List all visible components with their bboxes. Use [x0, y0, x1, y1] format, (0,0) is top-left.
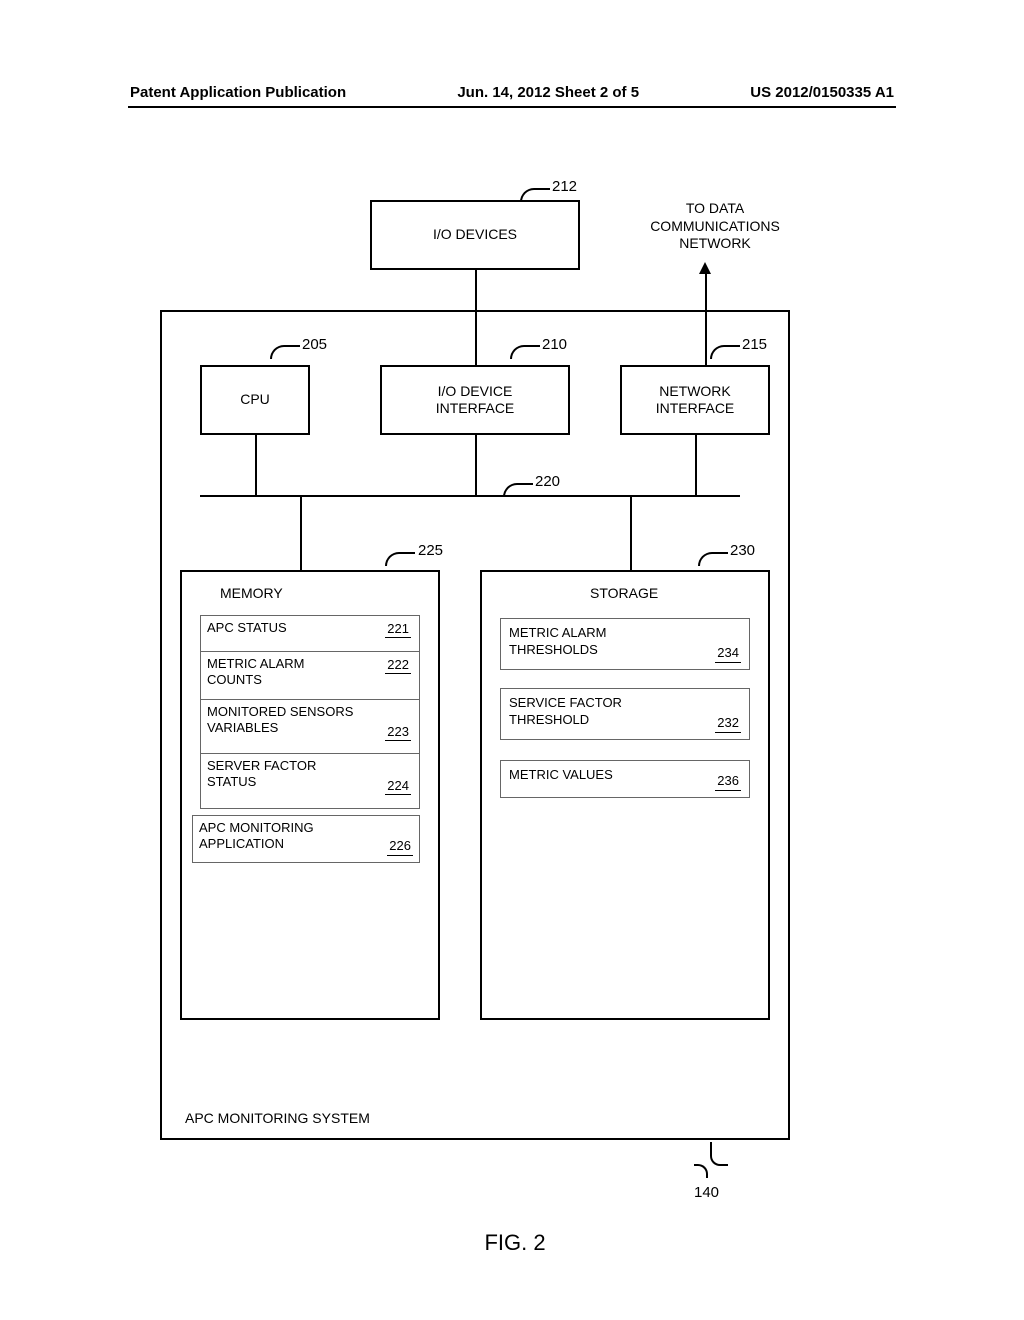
- bus-lead: [503, 483, 533, 497]
- mem-item-2: MONITORED SENSORS VARIABLES 223: [201, 700, 419, 754]
- network-interface-lead: [710, 345, 740, 359]
- stor-item-1-label: SERVICE FACTOR THRESHOLD: [509, 695, 622, 727]
- io-devices-lead: [520, 188, 550, 202]
- cpu-lead: [270, 345, 300, 359]
- header-left: Patent Application Publication: [130, 84, 346, 101]
- stor-item-2-label: METRIC VALUES: [509, 767, 613, 782]
- memory-items: APC STATUS 221 METRIC ALARM COUNTS 222 M…: [200, 615, 420, 809]
- stor-item-2-ref: 236: [715, 773, 741, 791]
- mem-item-3-ref: 224: [385, 778, 411, 795]
- storage-title: STORAGE: [590, 585, 658, 601]
- cpu-drop: [255, 435, 257, 495]
- io-interface-label: I/O DEVICE INTERFACE: [436, 383, 515, 418]
- io-interface-ref: 210: [542, 336, 567, 353]
- stor-rise: [630, 495, 632, 570]
- mem-tail-ref: 226: [387, 838, 413, 855]
- netif-drop: [695, 435, 697, 495]
- cpu-ref: 205: [302, 336, 327, 353]
- mem-item-0-ref: 221: [385, 621, 411, 638]
- mem-item-2-label: MONITORED SENSORS VARIABLES: [207, 704, 353, 735]
- mem-item-3-label: SERVER FACTOR STATUS: [207, 758, 316, 789]
- header-rule: [128, 106, 896, 108]
- mem-item-1-ref: 222: [385, 657, 411, 674]
- mem-item-0: APC STATUS 221: [201, 616, 419, 652]
- memory-lead: [385, 552, 415, 566]
- mem-tail: APC MONITORING APPLICATION 226: [192, 815, 420, 863]
- system-ref: 140: [694, 1184, 719, 1201]
- page-header: Patent Application Publication Jun. 14, …: [0, 84, 1024, 101]
- stor-item-0-ref: 234: [715, 645, 741, 663]
- stor-item-1-ref: 232: [715, 715, 741, 733]
- stor-item-2: METRIC VALUES 236: [500, 760, 750, 798]
- mem-item-2-ref: 223: [385, 724, 411, 741]
- mem-rise: [300, 495, 302, 570]
- memory-title: MEMORY: [220, 585, 283, 601]
- mem-item-0-label: APC STATUS: [207, 620, 287, 635]
- io-devices-label: I/O DEVICES: [433, 226, 517, 244]
- stor-item-1: SERVICE FACTOR THRESHOLD 232: [500, 688, 750, 740]
- system-brace-2: [694, 1164, 708, 1178]
- stor-item-0-label: METRIC ALARM THRESHOLDS: [509, 625, 607, 657]
- bus-line: [200, 495, 740, 497]
- bus-ref: 220: [535, 473, 560, 490]
- mem-item-1-label: METRIC ALARM COUNTS: [207, 656, 305, 687]
- to-network-text: TO DATA COMMUNICATIONS NETWORK: [630, 200, 800, 253]
- cpu-box: CPU: [200, 365, 310, 435]
- network-interface-box: NETWORK INTERFACE: [620, 365, 770, 435]
- mem-item-3: SERVER FACTOR STATUS 224: [201, 754, 419, 808]
- io-interface-box: I/O DEVICE INTERFACE: [380, 365, 570, 435]
- io-devices-box: I/O DEVICES: [370, 200, 580, 270]
- storage-ref: 230: [730, 542, 755, 559]
- storage-lead: [698, 552, 728, 566]
- net-arrow-icon: [699, 262, 711, 274]
- system-label: APC MONITORING SYSTEM: [185, 1110, 370, 1126]
- header-right: US 2012/0150335 A1: [750, 84, 894, 101]
- network-interface-ref: 215: [742, 336, 767, 353]
- network-interface-label: NETWORK INTERFACE: [656, 383, 735, 418]
- io-interface-lead: [510, 345, 540, 359]
- stor-item-0: METRIC ALARM THRESHOLDS 234: [500, 618, 750, 670]
- figure-caption: FIG. 2: [140, 1230, 890, 1256]
- header-center: Jun. 14, 2012 Sheet 2 of 5: [457, 84, 639, 101]
- figure: I/O DEVICES 212 TO DATA COMMUNICATIONS N…: [140, 170, 890, 1160]
- mem-tail-label: APC MONITORING APPLICATION: [199, 820, 314, 851]
- ioif-drop: [475, 435, 477, 495]
- io-devices-ref: 212: [552, 178, 577, 195]
- system-brace-1: [710, 1142, 728, 1166]
- memory-ref: 225: [418, 542, 443, 559]
- mem-item-1: METRIC ALARM COUNTS 222: [201, 652, 419, 700]
- cpu-label: CPU: [240, 391, 270, 409]
